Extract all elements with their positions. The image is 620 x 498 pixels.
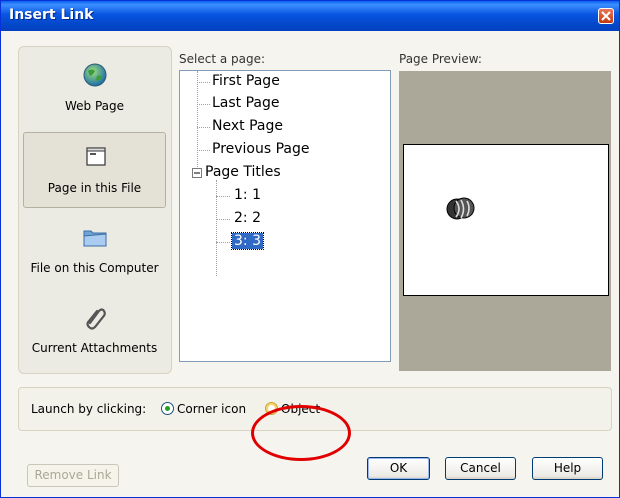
close-button[interactable] xyxy=(598,8,614,24)
page-preview xyxy=(399,71,611,371)
globe-icon xyxy=(83,63,107,87)
dialog-title: Insert Link xyxy=(9,7,94,23)
collapse-toggle-icon[interactable] xyxy=(192,168,202,178)
paperclip-icon xyxy=(86,308,106,330)
annotation-circle xyxy=(251,405,351,461)
select-page-label: Select a page: xyxy=(179,52,266,66)
nav-label-current-attachments: Current Attachments xyxy=(31,341,158,355)
close-icon xyxy=(601,11,611,21)
remove-link-button[interactable]: Remove Link xyxy=(27,464,119,487)
help-button[interactable]: Help xyxy=(532,457,603,480)
nav-item-web-page[interactable]: Web Page xyxy=(23,51,166,127)
page-preview-label: Page Preview: xyxy=(399,52,482,66)
radio-label-corner-icon: Corner icon xyxy=(177,402,247,416)
folder-icon xyxy=(83,230,107,247)
preview-page-thumbnail xyxy=(403,144,609,296)
nav-item-file-on-this-computer[interactable]: File on this Computer xyxy=(23,213,166,289)
page-window-icon xyxy=(86,147,106,166)
insert-link-dialog: Insert Link Web Page Page in this File F… xyxy=(0,0,620,498)
tree-item-title-1[interactable]: 1: 1 xyxy=(234,187,261,203)
tree-item-next-page[interactable]: Next Page xyxy=(212,118,283,134)
tree-item-previous-page[interactable]: Previous Page xyxy=(212,141,310,157)
radio-dot-checked xyxy=(161,402,174,415)
nav-label-file-on-this-computer: File on this Computer xyxy=(30,261,159,275)
preview-object-graphic xyxy=(446,197,475,220)
tree-item-first-page[interactable]: First Page xyxy=(212,73,280,89)
cancel-button[interactable]: Cancel xyxy=(445,457,516,480)
dialog-body: Web Page Page in this File File on this … xyxy=(1,31,619,497)
title-bar[interactable]: Insert Link xyxy=(1,1,619,31)
nav-item-page-in-this-file[interactable]: Page in this File xyxy=(23,132,166,208)
nav-item-current-attachments[interactable]: Current Attachments xyxy=(23,293,166,369)
radio-corner-icon[interactable]: Corner icon xyxy=(161,402,246,416)
nav-label-page-in-this-file: Page in this File xyxy=(47,181,142,195)
launch-label: Launch by clicking: xyxy=(31,402,147,416)
ok-button[interactable]: OK xyxy=(367,457,430,480)
tree-item-title-3[interactable]: 3: 3 xyxy=(231,232,264,250)
tree-item-title-2[interactable]: 2: 2 xyxy=(234,210,261,226)
nav-label-web-page: Web Page xyxy=(64,99,125,113)
page-tree[interactable]: First Page Last Page Next Page Previous … xyxy=(179,70,391,362)
tree-item-last-page[interactable]: Last Page xyxy=(212,95,280,111)
link-type-panel: Web Page Page in this File File on this … xyxy=(18,46,172,374)
tree-item-page-titles[interactable]: Page Titles xyxy=(205,164,281,180)
